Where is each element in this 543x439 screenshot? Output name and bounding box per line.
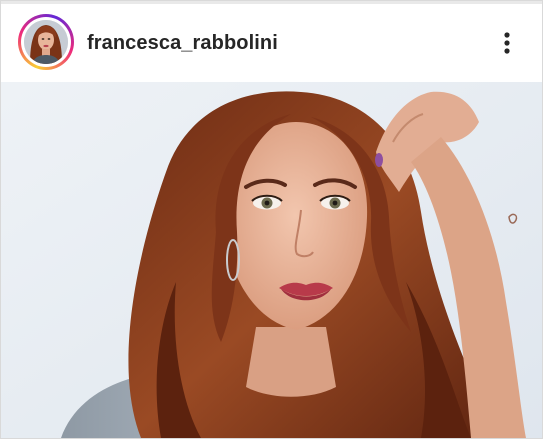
more-options-button[interactable] [493, 28, 521, 58]
portrait-image [1, 82, 542, 438]
instagram-post: francesca_rabbolini [0, 0, 543, 439]
username[interactable]: francesca_rabbolini [87, 32, 278, 55]
avatar-gap [21, 17, 71, 67]
avatar[interactable] [24, 20, 68, 64]
post-header: francesca_rabbolini [1, 4, 542, 82]
post-photo[interactable] [1, 82, 542, 438]
story-ring[interactable] [18, 14, 74, 70]
more-vertical-icon [504, 32, 510, 54]
avatar-image [24, 20, 68, 64]
